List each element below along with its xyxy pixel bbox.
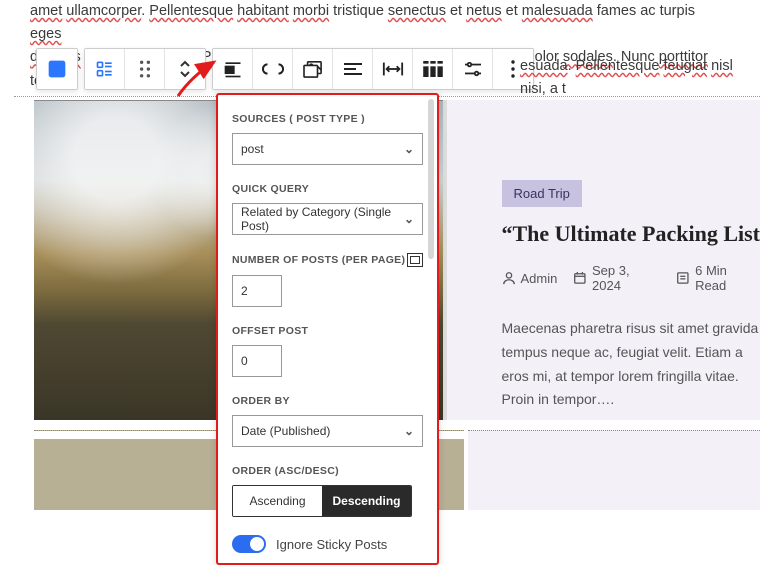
calendar-icon	[573, 271, 587, 285]
columns-button[interactable]	[413, 49, 453, 89]
quick-query-select[interactable]: Related by Category (Single Post) ⌄	[232, 203, 423, 235]
settings-button[interactable]	[453, 49, 493, 89]
align-icon	[223, 60, 243, 78]
move-button[interactable]	[165, 49, 205, 89]
drag-icon	[138, 60, 152, 78]
quick-query-value: Related by Category (Single Post)	[241, 205, 404, 233]
panel-scrollbar[interactable]	[428, 99, 434, 259]
read-icon	[676, 271, 690, 285]
width-button[interactable]	[373, 49, 413, 89]
orderby-select[interactable]: Date (Published) ⌄	[232, 415, 423, 447]
list-rows-icon	[95, 59, 115, 79]
columns-icon	[423, 61, 443, 77]
next-post-body	[468, 430, 760, 510]
user-icon	[502, 271, 516, 285]
num-posts-label: NUMBER OF POSTS (PER PAGE)	[232, 253, 423, 267]
link-icon	[262, 62, 284, 76]
category-badge[interactable]: Road Trip	[502, 180, 582, 207]
offset-label: OFFSET POST	[232, 325, 423, 337]
sources-select[interactable]: post ⌄	[232, 133, 423, 165]
sticky-label: Ignore Sticky Posts	[276, 537, 387, 552]
order-desc-button[interactable]: Descending	[322, 486, 411, 516]
chevron-down-icon: ⌄	[404, 424, 414, 438]
width-icon	[382, 62, 404, 76]
post-meta: Admin Sep 3, 2024 6 Min Read	[502, 263, 760, 293]
chevrons-icon	[177, 59, 193, 79]
orderby-value: Date (Published)	[241, 424, 330, 438]
offset-input[interactable]	[232, 345, 282, 377]
image-stack-icon	[302, 60, 324, 78]
meta-readtime: 6 Min Read	[676, 263, 760, 293]
post-excerpt: Maecenas pharetra risus sit amet gravida…	[502, 317, 760, 412]
orderby-label: ORDER BY	[232, 395, 423, 407]
num-posts-input[interactable]	[232, 275, 282, 307]
justify-button[interactable]	[333, 49, 373, 89]
post-title[interactable]: “The Ultimate Packing List	[502, 221, 760, 247]
chevron-down-icon: ⌄	[404, 142, 414, 156]
align-button[interactable]	[213, 49, 253, 89]
justify-icon	[344, 62, 362, 76]
drag-handle[interactable]	[125, 49, 165, 89]
quick-query-label: QUICK QUERY	[232, 183, 423, 195]
block-type-button[interactable]	[37, 49, 77, 89]
post-card-body: Road Trip “The Ultimate Packing List Adm…	[443, 100, 760, 420]
sticky-toggle[interactable]	[232, 535, 266, 553]
meta-date: Sep 3, 2024	[573, 263, 660, 293]
list-layout-button[interactable]	[85, 49, 125, 89]
grid-icon	[47, 59, 67, 79]
block-toolbar	[36, 48, 534, 90]
order-segmented: Ascending Descending	[232, 485, 412, 517]
meta-author[interactable]: Admin	[502, 271, 558, 286]
device-icon[interactable]	[407, 253, 423, 267]
template-button[interactable]	[293, 49, 333, 89]
order-label: ORDER (ASC/DESC)	[232, 465, 423, 477]
sources-label: SOURCES ( POST TYPE )	[232, 113, 423, 125]
query-link-button[interactable]	[253, 49, 293, 89]
sliders-icon	[463, 61, 483, 77]
more-vertical-icon	[510, 60, 516, 78]
query-settings-panel: SOURCES ( POST TYPE ) post ⌄ QUICK QUERY…	[216, 93, 439, 565]
chevron-down-icon: ⌄	[404, 212, 414, 226]
order-asc-button[interactable]: Ascending	[233, 486, 322, 516]
sources-value: post	[241, 142, 264, 156]
